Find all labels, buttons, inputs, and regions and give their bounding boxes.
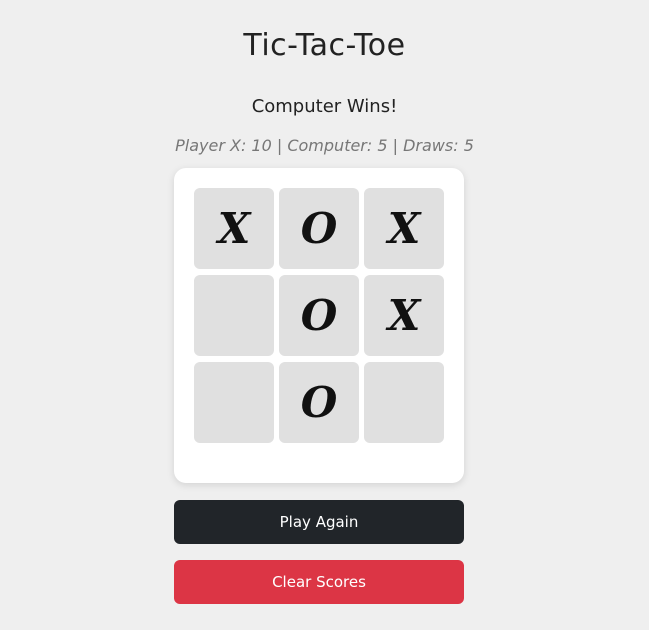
board-cell-6[interactable]: X [364, 275, 444, 356]
cell-mark: X [217, 203, 251, 253]
game-status: Computer Wins! [251, 96, 398, 117]
board-cell-9[interactable] [364, 362, 444, 443]
scoreboard: Player X: 10 | Computer: 5 | Draws: 5 [175, 136, 474, 155]
cell-mark: O [300, 203, 338, 253]
cell-mark: O [300, 377, 338, 427]
page-title: Tic-Tac-Toe [243, 28, 406, 63]
cell-mark: O [300, 290, 338, 340]
game-page: Tic-Tac-Toe Computer Wins! Player X: 10 … [0, 0, 649, 630]
board-cell-2[interactable]: O [279, 188, 359, 269]
board-cell-8[interactable]: O [279, 362, 359, 443]
board-cell-4[interactable] [194, 275, 274, 356]
play-again-button[interactable]: Play Again [174, 500, 464, 544]
cell-mark: X [387, 203, 421, 253]
cell-mark: X [387, 290, 421, 340]
clear-scores-button[interactable]: Clear Scores [174, 560, 464, 604]
game-board: X O X O X O [194, 188, 444, 444]
board-cell-7[interactable] [194, 362, 274, 443]
board-cell-5[interactable]: O [279, 275, 359, 356]
board-cell-3[interactable]: X [364, 188, 444, 269]
board-card: X O X O X O [174, 168, 464, 483]
board-cell-1[interactable]: X [194, 188, 274, 269]
